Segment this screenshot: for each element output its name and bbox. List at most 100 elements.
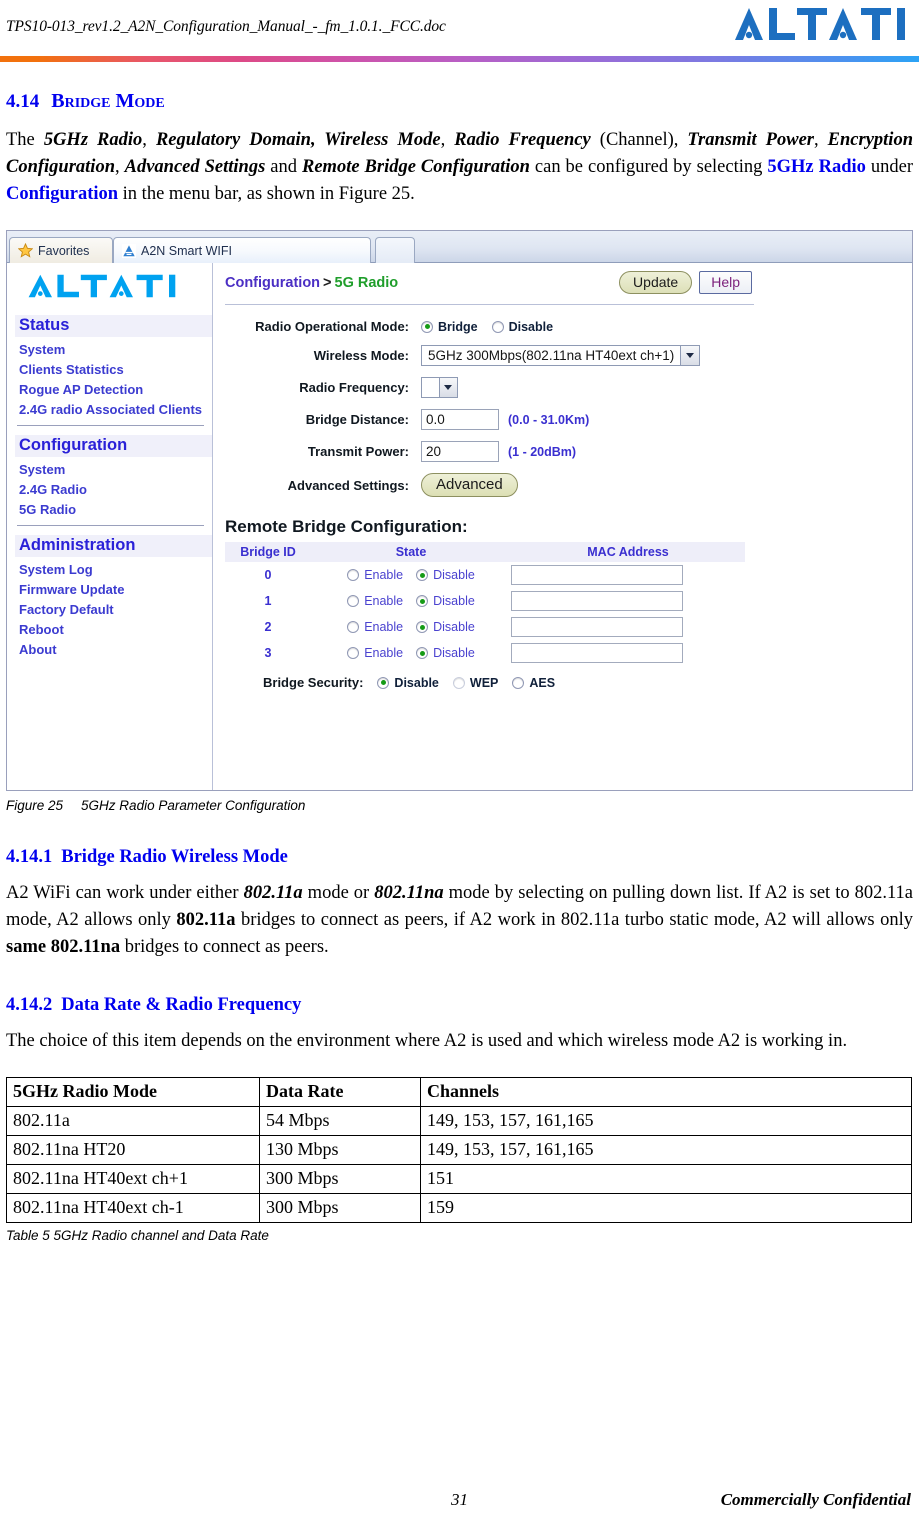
advanced-button[interactable]: Advanced [421,473,518,497]
new-tab-button[interactable] [375,237,415,263]
label-advanced-settings: Advanced Settings: [287,477,409,493]
bridge-distance-input[interactable]: 0.0 [421,409,499,430]
text-menu-reference: Configuration [6,184,119,204]
sidebar-item-system-log[interactable]: System Log [15,559,212,579]
sidebar-heading-administration: Administration [15,535,212,557]
column-header-mac-address: MAC Address [511,542,745,562]
bridge-2-disable-indicator[interactable] [416,621,429,633]
subsection-heading-1: 4.14.1 Bridge Radio Wireless Mode [6,847,913,868]
cell-data-rate: 54 Mbps [259,1106,421,1136]
breadcrumb-parent[interactable]: Configuration [225,275,320,291]
table-row: 0 Enable Disable [225,562,745,588]
text-emphasis: 5GHz Radio [43,130,143,150]
bridge-0-mac-input[interactable] [511,565,683,585]
bridge-2-disable-option[interactable]: Disable [416,620,475,634]
bridge-1-disable-option[interactable]: Disable [416,594,475,608]
chevron-down-icon[interactable] [680,346,700,365]
text-fragment: mode or [302,883,375,903]
bridge-security-option-disable[interactable]: Disable [377,675,439,690]
section-heading: 4.14 Bridge Mode [6,90,913,113]
sidebar-item-rogue-ap-detection[interactable]: Rogue AP Detection [15,379,212,399]
confidentiality-notice: Commercially Confidential [720,1490,911,1509]
sidebar-item-24g-radio-associated-clients[interactable]: 2.4G radio Associated Clients [15,399,212,419]
sidebar-item-config-5g-radio[interactable]: 5G Radio [15,499,212,519]
bridge-2-mac-input[interactable] [511,617,683,637]
bridge-0-disable-indicator[interactable] [416,569,429,581]
bridge-security-option-aes[interactable]: AES [512,676,555,690]
subsection-heading-2: 4.14.2 Data Rate & Radio Frequency [6,995,913,1016]
bridge-3-mac-input[interactable] [511,643,683,663]
column-header-bridge-id: Bridge ID [225,542,311,562]
bridge-2-enable-label: Enable [364,620,404,634]
text-fragment: under [865,157,914,177]
bridge-1-enable-option[interactable]: Enable [347,594,403,608]
bridge-3-disable-indicator[interactable] [416,647,429,659]
figure-caption-text: 5GHz Radio Parameter Configuration [81,798,306,813]
bridge-security-wep-indicator[interactable] [452,676,465,689]
favorites-tab[interactable]: Favorites [9,237,113,263]
cell-channels: 151 [420,1164,912,1194]
sidebar-divider [17,525,204,526]
update-button[interactable]: Update [619,271,693,294]
bridge-3-enable-indicator[interactable] [347,647,360,659]
radio-frequency-select[interactable] [421,377,458,398]
cell-radio-mode: 802.11na HT20 [6,1135,260,1165]
breadcrumb-current: 5G Radio [334,274,399,291]
radio-disable-indicator[interactable] [491,320,504,333]
text-fragment: in the menu bar, as shown in Figure 25. [118,184,415,204]
bridge-0-disable-option[interactable]: Disable [416,568,475,582]
bridge-security-disable-label: Disable [394,675,439,690]
section-paragraph: The 5GHz Radio, Regulatory Domain, Wirel… [6,127,913,208]
help-button[interactable]: Help [699,271,752,294]
bridge-3-disable-option[interactable]: Disable [416,646,475,660]
browser-tab-label: A2N Smart WIFI [141,243,232,258]
text-fragment: , [814,130,828,150]
bridge-id-value: 1 [264,594,272,608]
bridge-security-option-wep[interactable]: WEP [452,676,498,690]
bridge-id-value: 2 [264,620,272,634]
document-header: TPS10-013_rev1.2_A2N_Configuration_Manua… [0,0,919,62]
bridge-security-aes-indicator[interactable] [512,676,525,689]
sidebar-item-system[interactable]: System [15,339,212,359]
sidebar-item-about[interactable]: About [15,639,212,659]
sidebar-group-configuration: Configuration System 2.4G Radio 5G Radio [15,435,212,519]
bridge-2-enable-indicator[interactable] [347,621,360,633]
subsection-paragraph-2: The choice of this item depends on the e… [6,1031,848,1051]
bridge-2-enable-option[interactable]: Enable [347,620,403,634]
sidebar-item-clients-statistics[interactable]: Clients Statistics [15,359,212,379]
bridge-1-mac-input[interactable] [511,591,683,611]
label-transmit-power: Transmit Power: [307,444,409,459]
browser-tab-a2n-smart-wifi[interactable]: A2N Smart WIFI [113,237,371,263]
breadcrumb-separator: > [323,274,332,291]
sidebar-item-reboot[interactable]: Reboot [15,619,212,639]
chevron-down-icon[interactable] [438,378,457,397]
table-caption: Table 5 5GHz Radio channel and Data Rate [6,1228,269,1243]
cell-data-rate: 130 Mbps [259,1135,421,1165]
transmit-power-input[interactable]: 20 [421,441,499,462]
text-emphasis: Transmit Power [687,130,814,150]
field-radio-frequency: Radio Frequency: [225,377,902,398]
bridge-3-enable-option[interactable]: Enable [347,646,403,660]
bridge-security-disable-indicator[interactable] [377,676,390,689]
bridge-1-enable-indicator[interactable] [347,595,360,607]
radio-option-disable[interactable]: Disable [491,320,553,334]
sidebar-group-administration: Administration System Log Firmware Updat… [15,535,212,659]
sidebar-item-firmware-update[interactable]: Firmware Update [15,579,212,599]
radio-bridge-indicator[interactable] [421,320,433,333]
bridge-0-enable-option[interactable]: Enable [347,568,403,582]
altai-web-logo [21,272,191,299]
figure-caption: Figure 25 5GHz Radio Parameter Configurat… [6,798,913,813]
sidebar-item-config-system[interactable]: System [15,459,212,479]
bridge-0-disable-label: Disable [433,568,475,582]
table-row: 802.11na HT40ext ch-1 300 Mbps 159 [6,1193,912,1223]
web-sidebar: Status System Clients Statistics Rogue A… [7,263,213,790]
bridge-distance-hint: (0.0 - 31.0Km) [508,412,590,427]
bridge-security-aes-label: AES [529,675,556,690]
radio-option-bridge[interactable]: Bridge [421,320,478,334]
wireless-mode-select[interactable]: 5GHz 300Mbps(802.11na HT40ext ch+1) [421,345,701,366]
sidebar-item-factory-default[interactable]: Factory Default [15,599,212,619]
bridge-0-enable-indicator[interactable] [347,569,360,581]
sidebar-item-config-24g-radio[interactable]: 2.4G Radio [15,479,212,499]
bridge-1-disable-indicator[interactable] [416,595,429,607]
cell-channels: 159 [420,1193,912,1223]
